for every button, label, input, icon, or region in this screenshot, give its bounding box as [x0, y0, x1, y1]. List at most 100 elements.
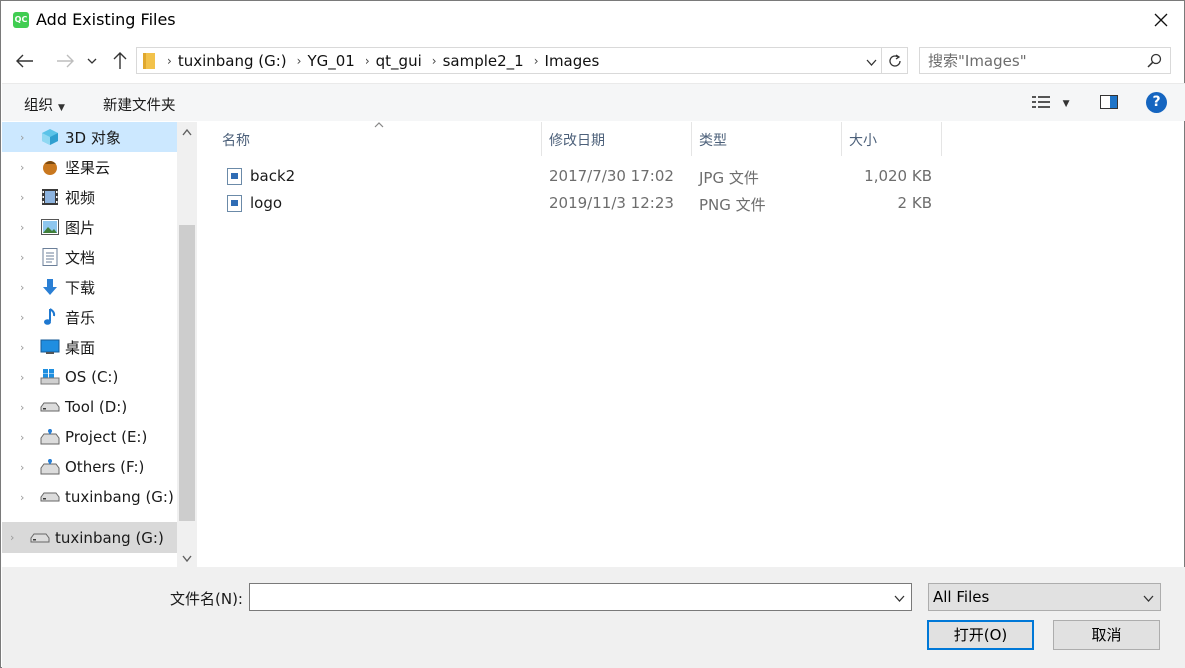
- filter-dropdown-button[interactable]: [1143, 589, 1154, 607]
- nav-item-videos[interactable]: › 视频: [2, 182, 178, 212]
- scrollbar-thumb[interactable]: [179, 225, 195, 521]
- recent-locations-button[interactable]: [83, 49, 101, 73]
- up-button[interactable]: [108, 49, 132, 73]
- column-divider[interactable]: [941, 122, 942, 156]
- nav-label: 下载: [65, 278, 96, 297]
- close-icon: [1154, 13, 1168, 27]
- nav-item-nutstore[interactable]: › 坚果云: [2, 152, 178, 182]
- expand-chevron-icon[interactable]: ›: [20, 431, 40, 444]
- nav-item-3d-objects[interactable]: › 3D 对象: [2, 122, 178, 152]
- sort-ascending-icon: [374, 120, 384, 131]
- organize-menu[interactable]: 组织 ▼: [24, 94, 65, 115]
- nav-item-drive-e[interactable]: › Project (E:): [2, 422, 178, 452]
- expand-chevron-icon[interactable]: ›: [20, 461, 40, 474]
- column-divider[interactable]: [691, 122, 692, 156]
- expand-chevron-icon[interactable]: ›: [20, 131, 40, 144]
- nav-label: tuxinbang (G:): [65, 488, 174, 506]
- nav-item-drive-f[interactable]: › Others (F:): [2, 452, 178, 482]
- nav-item-downloads[interactable]: › 下载: [2, 272, 178, 302]
- preview-pane-icon: [1100, 95, 1118, 109]
- cancel-button[interactable]: 取消: [1053, 620, 1160, 650]
- new-folder-button[interactable]: 新建文件夹: [103, 94, 176, 115]
- forward-button[interactable]: [53, 49, 77, 73]
- breadcrumb-images[interactable]: Images: [545, 52, 600, 70]
- music-icon: [40, 308, 60, 326]
- breadcrumb-yg01[interactable]: YG_01: [307, 52, 354, 70]
- organize-label: 组织: [24, 98, 53, 114]
- nav-label: 坚果云: [65, 158, 111, 177]
- expand-chevron-icon[interactable]: ›: [20, 161, 40, 174]
- desktop-icon: [40, 338, 60, 356]
- column-header-date[interactable]: 修改日期: [549, 122, 689, 156]
- expand-chevron-icon[interactable]: ›: [20, 341, 40, 354]
- address-history-dropdown[interactable]: [866, 53, 877, 71]
- preview-pane-button[interactable]: [1100, 95, 1118, 113]
- column-divider[interactable]: [841, 122, 842, 156]
- open-button[interactable]: 打开(O): [927, 620, 1034, 650]
- search-input[interactable]: [928, 51, 1138, 71]
- file-date: 2019/11/3 12:23: [549, 194, 674, 212]
- file-type: PNG 文件: [699, 196, 766, 214]
- expand-chevron-icon[interactable]: ›: [20, 191, 40, 204]
- filename-label: 文件名(N):: [170, 590, 243, 608]
- qt-app-icon: QC: [13, 12, 29, 28]
- back-button[interactable]: [13, 49, 37, 73]
- column-header-type[interactable]: 类型: [699, 122, 839, 156]
- windows-drive-icon: [40, 368, 60, 386]
- close-button[interactable]: [1148, 7, 1174, 33]
- expand-chevron-icon[interactable]: ›: [20, 281, 40, 294]
- nav-scrollbar[interactable]: [177, 122, 197, 567]
- expand-chevron-icon[interactable]: ›: [20, 251, 40, 264]
- search-icon[interactable]: [1147, 53, 1162, 72]
- chevron-right-icon: ›: [296, 53, 302, 68]
- column-label: 类型: [699, 133, 727, 149]
- nav-item-documents[interactable]: › 文档: [2, 242, 178, 272]
- nav-item-drive-g-root[interactable]: › tuxinbang (G:): [2, 522, 177, 553]
- nav-label: 视频: [65, 188, 96, 207]
- expand-chevron-icon[interactable]: ›: [20, 221, 40, 234]
- filename-input[interactable]: [254, 587, 874, 607]
- expand-chevron-icon[interactable]: ›: [10, 531, 30, 544]
- search-box[interactable]: [919, 47, 1171, 74]
- column-divider[interactable]: [541, 122, 542, 156]
- nav-item-drive-g[interactable]: › tuxinbang (G:): [2, 482, 178, 512]
- file-row[interactable]: back2 2017/7/30 17:02 JPG 文件 1,020 KB: [222, 164, 942, 189]
- refresh-icon: [888, 53, 901, 67]
- nav-item-drive-c[interactable]: › OS (C:): [2, 362, 178, 392]
- breadcrumb-qt-gui[interactable]: qt_gui: [376, 52, 422, 70]
- file-size: 1,020 KB: [864, 167, 932, 185]
- chevron-right-icon: ›: [431, 53, 437, 68]
- filter-value: All Files: [933, 588, 990, 606]
- view-options-button[interactable]: ▼: [1032, 95, 1070, 113]
- chevron-down-icon: [894, 595, 905, 602]
- expand-chevron-icon[interactable]: ›: [20, 401, 40, 414]
- nav-label: Project (E:): [65, 428, 148, 446]
- chevron-right-icon: ›: [364, 53, 370, 68]
- refresh-button[interactable]: [882, 47, 908, 74]
- documents-icon: [40, 248, 60, 266]
- expand-chevron-icon[interactable]: ›: [20, 491, 40, 504]
- breadcrumb-sample[interactable]: sample2_1: [443, 52, 524, 70]
- image-file-icon: [227, 195, 242, 212]
- nav-item-drive-d[interactable]: › Tool (D:): [2, 392, 178, 422]
- chevron-down-icon: [87, 58, 97, 64]
- network-drive-icon: [40, 428, 60, 446]
- scroll-up-icon[interactable]: [182, 126, 192, 139]
- breadcrumb-drive[interactable]: tuxinbang (G:): [178, 52, 287, 70]
- help-button[interactable]: ?: [1146, 92, 1167, 113]
- file-type-filter[interactable]: All Files: [928, 583, 1161, 611]
- filename-dropdown-button[interactable]: [894, 589, 905, 607]
- file-row[interactable]: logo 2019/11/3 12:23 PNG 文件 2 KB: [222, 191, 942, 216]
- expand-chevron-icon[interactable]: ›: [20, 311, 40, 324]
- nav-item-desktop[interactable]: › 桌面: [2, 332, 178, 362]
- nav-label: 文档: [65, 248, 96, 267]
- drive-icon: [40, 398, 60, 416]
- nav-item-pictures[interactable]: › 图片: [2, 212, 178, 242]
- address-bar[interactable]: › tuxinbang (G:) › YG_01 › qt_gui › samp…: [136, 47, 882, 74]
- nav-item-music[interactable]: › 音乐: [2, 302, 178, 332]
- filename-combobox[interactable]: [249, 583, 912, 611]
- scroll-down-icon[interactable]: [182, 552, 192, 565]
- column-header-size[interactable]: 大小: [849, 122, 939, 156]
- expand-chevron-icon[interactable]: ›: [20, 371, 40, 384]
- navigation-pane: › 3D 对象 › 坚果云 › 视频 › 图片 › 文档 › 下载 › 音乐 ›…: [2, 122, 197, 567]
